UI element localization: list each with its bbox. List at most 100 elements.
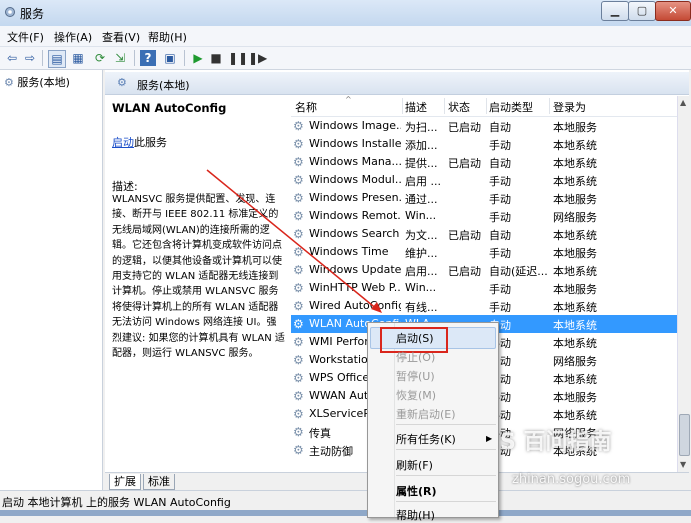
- watermark-brand: S 百问指南: [500, 430, 612, 455]
- menu-file[interactable]: 文件(F): [7, 29, 44, 45]
- maximize-button[interactable]: ▢: [628, 1, 656, 21]
- service-gear-icon: ⚙: [293, 245, 304, 259]
- row-description: 为扫...: [405, 121, 438, 134]
- column-divider[interactable]: [549, 98, 550, 114]
- menu-view[interactable]: 查看(V): [102, 29, 140, 45]
- row-description: 添加...: [405, 139, 438, 152]
- console-tree: ⚙ 服务(本地): [0, 70, 103, 490]
- stop-service-icon[interactable]: ■: [208, 50, 224, 66]
- service-gear-icon: ⚙: [293, 191, 304, 205]
- table-row[interactable]: ⚙ Windows Presen... 通过... 手动 本地服务: [291, 189, 679, 207]
- scrollbar-thumb[interactable]: [679, 414, 690, 456]
- column-log-on-as[interactable]: 登录为: [553, 99, 586, 115]
- column-name[interactable]: 名称: [295, 99, 317, 115]
- services-icon: ⚙: [4, 76, 14, 89]
- table-row[interactable]: ⚙ Windows Installer 添加... 手动 本地系统: [291, 135, 679, 153]
- menu-help[interactable]: 帮助(H): [148, 29, 187, 45]
- menu-resume[interactable]: 恢复(M): [396, 387, 436, 403]
- table-row[interactable]: ⚙ Windows Image... 为扫... 已启动 自动 本地服务: [291, 117, 679, 135]
- start-link-suffix: 此服务: [134, 136, 167, 149]
- row-description: 通过...: [405, 193, 438, 206]
- row-startup-type: 自动(延迟...: [489, 265, 548, 278]
- tree-node-label: 服务(本地): [17, 76, 70, 89]
- services-icon: ⚙: [117, 76, 127, 89]
- console-icon[interactable]: ▦: [70, 50, 86, 66]
- row-name: Wired AutoConfig: [309, 299, 401, 312]
- service-gear-icon: ⚙: [293, 119, 304, 133]
- menu-stop[interactable]: 停止(O): [396, 349, 435, 365]
- column-divider[interactable]: [444, 98, 445, 114]
- row-log-on-as: 本地系统: [553, 301, 597, 314]
- column-divider[interactable]: [402, 98, 403, 114]
- row-description: 有线...: [405, 301, 438, 314]
- help-icon[interactable]: ?: [140, 50, 156, 66]
- forward-arrow-icon[interactable]: ⇨: [22, 50, 38, 66]
- menu-all-tasks[interactable]: 所有任务(K): [396, 431, 456, 447]
- table-row[interactable]: ⚙ Windows Update 启用... 已启动 自动(延迟... 本地系统: [291, 261, 679, 279]
- row-name: Windows Image...: [309, 119, 401, 132]
- tab-standard[interactable]: 标准: [143, 474, 175, 490]
- menu-refresh[interactable]: 刷新(F): [396, 457, 433, 473]
- refresh-icon[interactable]: ⟳: [92, 50, 108, 66]
- service-title: WLAN AutoConfig: [112, 101, 227, 115]
- menu-help[interactable]: 帮助(H): [396, 507, 435, 523]
- row-log-on-as: 本地系统: [553, 319, 597, 332]
- restart-service-icon[interactable]: ❚▶: [248, 50, 267, 66]
- menu-separator: [396, 475, 496, 476]
- row-log-on-as: 本地系统: [553, 337, 597, 350]
- table-row[interactable]: ⚙ Windows Time 维护... 手动 本地服务: [291, 243, 679, 261]
- pause-service-icon[interactable]: ❚❚: [228, 50, 248, 66]
- table-row[interactable]: ⚙ Wired AutoConfig 有线... 手动 本地系统: [291, 297, 679, 315]
- tree-node-services-local[interactable]: ⚙ 服务(本地): [4, 74, 70, 90]
- row-name: WinHTTP Web P...: [309, 281, 401, 294]
- pane-header-title: 服务(本地): [137, 79, 190, 92]
- service-gear-icon: ⚙: [293, 209, 304, 223]
- scroll-up-icon[interactable]: ▲: [680, 98, 686, 107]
- export-list-icon[interactable]: ⇲: [112, 50, 128, 66]
- minimize-button[interactable]: ▁: [601, 1, 629, 21]
- services-app-icon: [5, 7, 15, 17]
- row-name: Windows Installer: [309, 137, 401, 150]
- table-row[interactable]: ⚙ Windows Mana... 提供... 已启动 自动 本地系统: [291, 153, 679, 171]
- column-divider[interactable]: [486, 98, 487, 114]
- table-row[interactable]: ⚙ Windows Remot... Win... 手动 网络服务: [291, 207, 679, 225]
- menu-separator: [396, 501, 496, 502]
- menu-properties[interactable]: 属性(R): [396, 483, 437, 499]
- row-name: Windows Time: [309, 245, 389, 258]
- row-status: 已启动: [448, 265, 481, 278]
- taskbar-edge: [0, 510, 691, 516]
- service-gear-icon: ⚙: [293, 299, 304, 313]
- column-startup-type[interactable]: 启动类型: [489, 99, 533, 115]
- back-arrow-icon[interactable]: ⇦: [4, 50, 20, 66]
- tab-extended[interactable]: 扩展: [109, 474, 141, 490]
- column-status[interactable]: 状态: [448, 99, 470, 115]
- status-bar: 启动 本地计算机 上的服务 WLAN AutoConfig: [0, 490, 691, 511]
- menu-restart[interactable]: 重新启动(E): [396, 406, 456, 422]
- submenu-arrow-icon: ▶: [486, 434, 493, 443]
- properties-icon[interactable]: ▣: [162, 50, 178, 66]
- service-gear-icon: ⚙: [293, 425, 304, 439]
- scroll-down-icon[interactable]: ▼: [680, 460, 686, 469]
- service-gear-icon: ⚙: [293, 407, 304, 421]
- table-row[interactable]: ⚙ Windows Search 为文... 已启动 自动 本地系统: [291, 225, 679, 243]
- start-service-icon[interactable]: ▶: [190, 50, 206, 66]
- row-log-on-as: 本地服务: [553, 247, 597, 260]
- start-service-link[interactable]: 启动: [112, 136, 134, 149]
- menu-action[interactable]: 操作(A): [54, 29, 92, 45]
- window-title: 服务: [20, 7, 45, 21]
- row-log-on-as: 本地服务: [553, 283, 597, 296]
- service-gear-icon: ⚙: [293, 389, 304, 403]
- close-button[interactable]: ✕: [655, 1, 691, 21]
- menu-pause[interactable]: 暂停(U): [396, 368, 435, 384]
- service-gear-icon: ⚙: [293, 263, 304, 277]
- table-row[interactable]: ⚙ WinHTTP Web P... Win... 手动 本地服务: [291, 279, 679, 297]
- start-service-link-line: 启动此服务: [112, 134, 167, 150]
- row-status: 已启动: [448, 157, 481, 170]
- table-row[interactable]: ⚙ Windows Modul... 启用 ... 手动 本地系统: [291, 171, 679, 189]
- row-log-on-as: 本地系统: [553, 409, 597, 422]
- show-tree-icon[interactable]: ▤: [48, 50, 66, 68]
- vertical-scrollbar[interactable]: ▲ ▼: [677, 96, 690, 474]
- row-status: 已启动: [448, 121, 481, 134]
- column-description[interactable]: 描述: [405, 99, 427, 115]
- row-startup-type: 手动: [489, 283, 511, 296]
